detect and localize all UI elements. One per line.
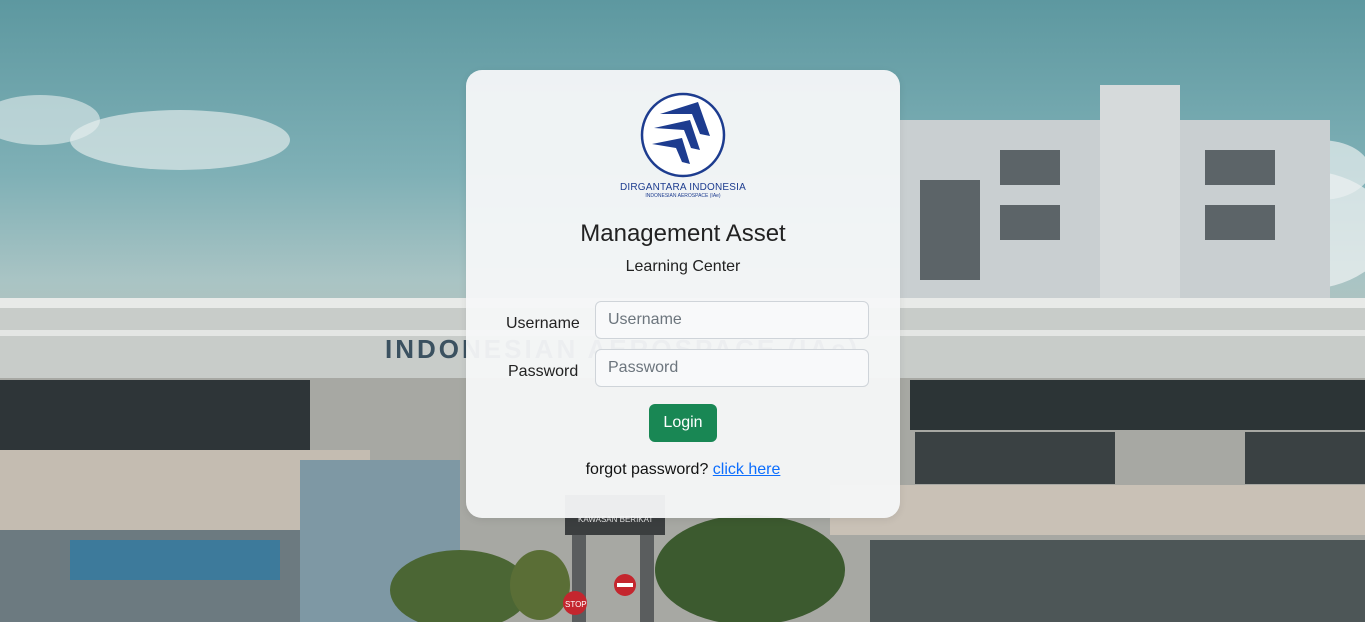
forgot-password-link[interactable]: click here — [713, 461, 781, 478]
company-logo: DIRGANTARA INDONESIA INDONESIAN AEROSPAC… — [466, 92, 900, 200]
login-card: DIRGANTARA INDONESIA INDONESIAN AEROSPAC… — [466, 70, 900, 518]
page-subtitle: Learning Center — [625, 258, 741, 275]
password-input[interactable] — [595, 349, 869, 387]
dirgantara-logo-icon — [640, 92, 726, 178]
page-title: Management Asset — [580, 220, 786, 247]
login-button[interactable]: Login — [649, 404, 717, 442]
logo-name: DIRGANTARA INDONESIA — [619, 182, 747, 193]
stop-sign-text: STOP — [565, 600, 587, 609]
forgot-password-row: forgot password? click here — [466, 461, 900, 479]
forgot-password-text: forgot password? — [585, 461, 709, 478]
password-label: Password — [508, 363, 579, 380]
logo-subname: INDONESIAN AEROSPACE (IAe) — [645, 193, 721, 199]
username-label: Username — [506, 315, 580, 332]
username-input[interactable] — [595, 301, 869, 339]
